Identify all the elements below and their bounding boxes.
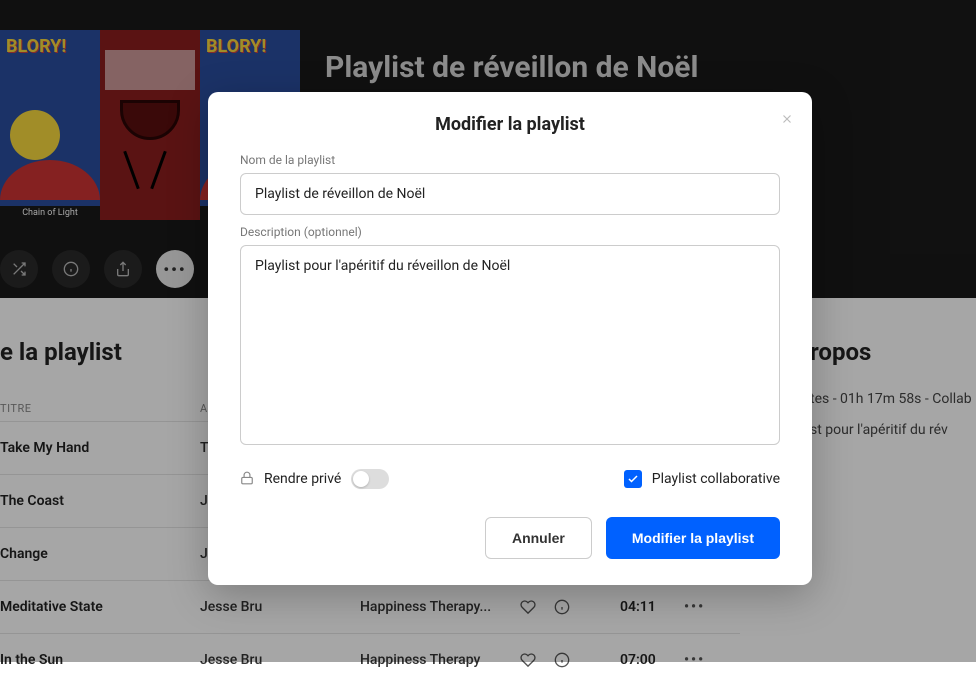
options-row: Rendre privé Playlist collaborative <box>240 469 780 489</box>
private-option: Rendre privé <box>240 469 389 489</box>
collaborative-option: Playlist collaborative <box>624 470 780 488</box>
check-icon <box>627 473 639 485</box>
name-label: Nom de la playlist <box>240 153 780 167</box>
lock-icon <box>240 470 254 489</box>
description-label: Description (optionnel) <box>240 225 780 239</box>
collaborative-label: Playlist collaborative <box>652 471 780 487</box>
cancel-button[interactable]: Annuler <box>485 517 592 559</box>
collaborative-checkbox[interactable] <box>624 470 642 488</box>
modal-footer: Annuler Modifier la playlist <box>240 517 780 559</box>
modal-title: Modifier la playlist <box>240 114 780 135</box>
submit-button[interactable]: Modifier la playlist <box>606 517 780 559</box>
private-label: Rendre privé <box>264 471 341 487</box>
close-button[interactable] <box>780 110 794 131</box>
playlist-name-input[interactable] <box>240 173 780 215</box>
edit-playlist-modal: Modifier la playlist Nom de la playlist … <box>208 92 812 585</box>
close-icon <box>780 112 794 126</box>
private-toggle[interactable] <box>351 469 389 489</box>
playlist-description-input[interactable] <box>240 245 780 445</box>
